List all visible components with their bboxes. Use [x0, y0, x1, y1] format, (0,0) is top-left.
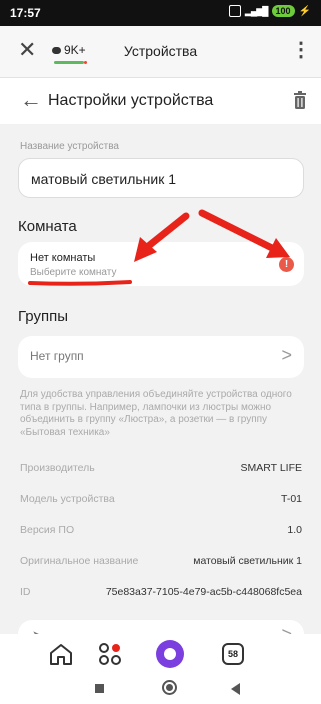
- room-title: Нет комнаты: [30, 252, 96, 264]
- room-subtitle: Выберите комнату: [30, 267, 117, 278]
- groups-hint: Для удобства управления объединяйте устр…: [20, 389, 292, 438]
- tabs-count-indicator: [54, 61, 84, 64]
- tabs-count-indicator-dot: [84, 61, 87, 64]
- info-value: матовый светильник 1: [193, 555, 302, 567]
- groups-label: Нет групп: [30, 349, 84, 363]
- info-key: Модель устройства: [20, 493, 115, 505]
- groups-selector[interactable]: Нет групп >: [18, 336, 304, 378]
- room-section-title: Комната: [18, 218, 77, 235]
- page-header: ← Настройки устройства: [0, 78, 321, 124]
- room-selector[interactable]: Нет комнаты Выберите комнату !: [18, 242, 304, 286]
- status-time: 17:57: [10, 6, 41, 20]
- browser-title: Устройства: [123, 43, 198, 59]
- back-button-icon[interactable]: [231, 683, 240, 695]
- trash-icon[interactable]: [293, 91, 307, 109]
- signal-icon: ▂▄▆█: [244, 5, 269, 16]
- back-arrow-icon[interactable]: ←: [20, 87, 42, 113]
- system-nav-bar: [0, 674, 321, 704]
- chevron-right-icon: >: [281, 624, 292, 634]
- home-icon[interactable]: [48, 642, 74, 666]
- warning-icon: !: [279, 257, 294, 272]
- device-name-input[interactable]: матовый светильник 1: [18, 158, 304, 198]
- info-value: T-01: [280, 493, 302, 505]
- info-key: ID: [20, 586, 31, 598]
- device-name-label: Название устройства: [20, 141, 119, 152]
- home-button-icon[interactable]: [162, 680, 177, 695]
- status-icons: ▂▄▆█ 100 ⚡: [228, 5, 311, 17]
- alice-assistant-icon[interactable]: [156, 640, 184, 668]
- info-value: SMART LIFE: [240, 462, 302, 474]
- devices-icon[interactable]: [97, 642, 123, 666]
- screenshot-icon: [228, 5, 241, 17]
- info-value: 75e83a37-7105-4e79-ac5b-c448068fc5ea: [105, 586, 302, 598]
- charging-icon: ⚡: [298, 5, 311, 17]
- more-menu-icon[interactable]: ⋮: [291, 40, 311, 60]
- tab-bar: 58: [0, 634, 321, 674]
- battery-icon: 100: [271, 5, 295, 17]
- status-bar: 17:57 ▂▄▆█ 100 ⚡: [0, 0, 321, 26]
- info-value: 1.0: [287, 524, 302, 536]
- info-key: Производитель: [20, 462, 95, 474]
- info-key: Версия ПО: [20, 524, 75, 536]
- next-setting-card[interactable]: ➤ >: [18, 620, 304, 634]
- info-key: Оригинальное название: [20, 555, 139, 567]
- groups-section-title: Группы: [18, 308, 68, 325]
- chevron-right-icon: >: [281, 345, 292, 365]
- settings-content[interactable]: Название устройства матовый светильник 1…: [0, 124, 321, 634]
- browser-bar: ✕ 9K+ Устройства ⋮: [0, 26, 321, 78]
- recent-apps-icon[interactable]: [95, 684, 104, 693]
- page-title: Настройки устройства: [48, 92, 214, 109]
- notifications-badge[interactable]: 58: [222, 643, 244, 665]
